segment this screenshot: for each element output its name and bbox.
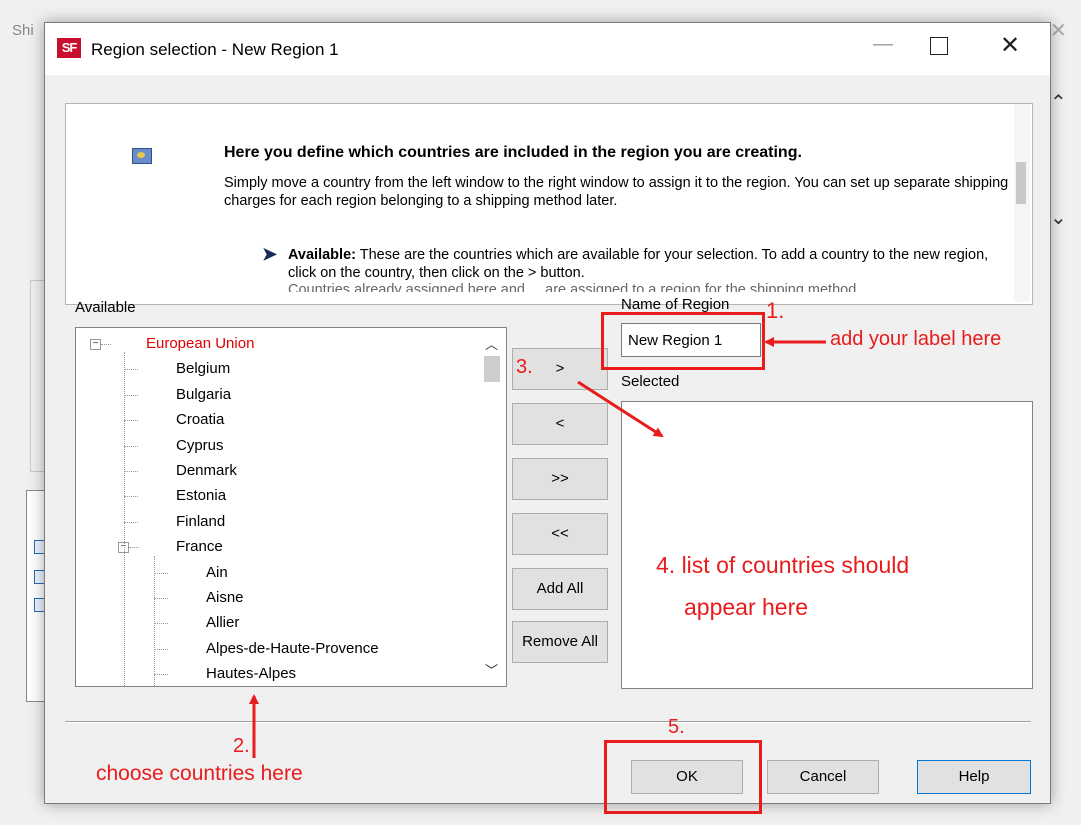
annotation-step4-line1: 4. list of countries should: [656, 552, 910, 578]
annotation-arrow-3: [577, 380, 664, 438]
annotation-step4-line2: appear here: [684, 594, 809, 620]
annotation-step5: 5.: [668, 716, 685, 738]
annotation-step1-text: add your label here: [830, 328, 1002, 350]
annotation-layer: [249, 337, 826, 758]
annotation-step2-text: choose countries here: [96, 762, 303, 785]
annotation-box-ok: [604, 740, 762, 814]
annotation-step2: 2.: [233, 735, 250, 757]
annotation-box-name: [601, 312, 765, 370]
annotation-step3: 3.: [516, 356, 533, 378]
annotation-step1: 1.: [766, 298, 785, 323]
